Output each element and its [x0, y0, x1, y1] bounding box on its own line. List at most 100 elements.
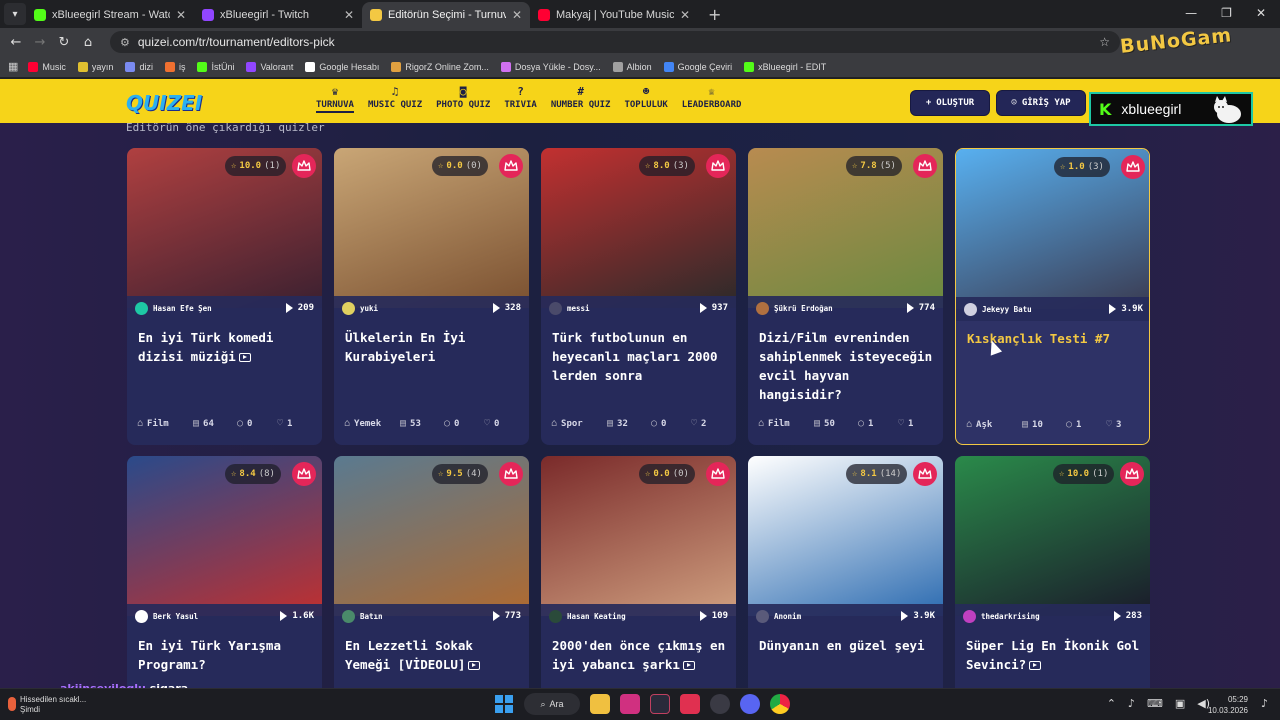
- quiz-thumbnail[interactable]: ☆ 10.0 (1): [955, 456, 1150, 616]
- quiz-card[interactable]: ☆ 7.8 (5) Şükrü Erdoğan 774 Dizi/Film evrenin…: [748, 148, 943, 445]
- quiz-title[interactable]: Ülkelerin En İyi Kurabiyeleri: [345, 328, 521, 366]
- quiz-card[interactable]: ☆ 0.0 (0) yuki 328 Ülkelerin En İyi Kurabiyel…: [334, 148, 529, 445]
- nav-number-quiz[interactable]: # NUMBER QUIZ: [551, 85, 611, 113]
- author[interactable]: messi: [549, 301, 700, 315]
- bookmark-item[interactable]: yayın: [77, 61, 113, 72]
- crown-icon[interactable]: [1121, 155, 1145, 179]
- comment-count[interactable]: ○ 0: [651, 418, 691, 429]
- crown-icon[interactable]: [499, 462, 523, 486]
- crown-icon[interactable]: [913, 462, 937, 486]
- quiz-card[interactable]: ☆ 9.5 (4) Batın 773 En Lezzetli Sokak Yemeği …: [334, 456, 529, 688]
- author[interactable]: Batın: [342, 609, 493, 623]
- maximize-icon[interactable]: ❐: [1221, 6, 1232, 20]
- minimize-icon[interactable]: —: [1185, 6, 1197, 20]
- like-count[interactable]: ♡ 1: [898, 418, 913, 429]
- author[interactable]: Jekeyy Batu: [964, 302, 1109, 316]
- bookmark-item[interactable]: Google Çeviri: [663, 61, 732, 72]
- like-count[interactable]: ♡ 1: [277, 418, 292, 429]
- site-logo[interactable]: QUIZEI: [126, 91, 202, 115]
- reload-icon[interactable]: ↻: [52, 35, 76, 50]
- author[interactable]: Hasan Keating: [549, 609, 700, 623]
- nav-music-quiz[interactable]: ♫ MUSIC QUIZ: [368, 85, 422, 113]
- security-app-icon[interactable]: [680, 694, 700, 714]
- crown-icon[interactable]: [706, 462, 730, 486]
- quiz-title[interactable]: Süper Lig En İkonik Gol Sevinci?: [966, 636, 1142, 674]
- author[interactable]: Şükrü Erdoğan: [756, 301, 907, 315]
- bookmark-item[interactable]: Google Hesabı: [305, 61, 379, 72]
- bookmark-item[interactable]: iş: [164, 61, 185, 72]
- quiz-title[interactable]: 2000'den önce çıkmış en iyi yabancı şark…: [552, 636, 728, 674]
- like-count[interactable]: ♡ 0: [484, 418, 499, 429]
- author[interactable]: thedarkrising: [963, 609, 1114, 623]
- crown-icon[interactable]: [706, 154, 730, 178]
- quiz-card[interactable]: ☆ 10.0 (1) Hasan Efe Şen 209 En iyi Türk kome…: [127, 148, 322, 445]
- clock[interactable]: 05:29 10.03.2026: [1208, 694, 1248, 716]
- keyboard-icon[interactable]: ⌨: [1147, 697, 1163, 710]
- category[interactable]: ⌂ Yemek: [344, 418, 400, 429]
- quiz-title[interactable]: Dünyanın en güzel şeyi: [759, 636, 935, 655]
- weather-widget[interactable]: Hissedilen sıcakl... Şimdi: [20, 695, 86, 715]
- browser-tab[interactable]: xBlueegirl - Twitch ✕: [194, 2, 362, 28]
- nav-trivia[interactable]: ? TRIVIA: [504, 85, 537, 113]
- browser-tab[interactable]: Editörün Seçimi - Turnuva - Qu ✕: [362, 2, 530, 28]
- bookmark-item[interactable]: dizi: [125, 61, 153, 72]
- quiz-thumbnail[interactable]: ☆ 8.1 (14): [748, 456, 943, 616]
- new-tab-icon[interactable]: +: [708, 5, 721, 24]
- quiz-card[interactable]: ☆ 8.1 (14) Anonim 3.9K Dünyanın en güzel şeyi: [748, 456, 943, 688]
- tab-close-icon[interactable]: ✕: [512, 8, 522, 22]
- like-count[interactable]: ♡ 3: [1106, 419, 1121, 430]
- quiz-thumbnail[interactable]: ☆ 8.4 (8): [127, 456, 322, 616]
- tab-close-icon[interactable]: ✕: [344, 8, 354, 22]
- discord-icon[interactable]: [740, 694, 760, 714]
- create-button[interactable]: + OLUŞTUR: [910, 90, 990, 116]
- tab-close-icon[interactable]: ✕: [680, 8, 690, 22]
- quiz-card[interactable]: ☆ 10.0 (1) thedarkrising 283 Süper Lig En İko…: [955, 456, 1150, 688]
- app-icon[interactable]: [650, 694, 670, 714]
- category[interactable]: ⌂ Film: [758, 418, 814, 429]
- tab-close-icon[interactable]: ✕: [176, 8, 186, 22]
- quiz-card[interactable]: ☆ 8.4 (8) Berk Yasul 1.6K En iyi Türk Yarışma…: [127, 456, 322, 688]
- author[interactable]: Berk Yasul: [135, 609, 280, 623]
- chrome-icon[interactable]: [770, 694, 790, 714]
- back-icon[interactable]: ←: [4, 35, 28, 50]
- bookmark-item[interactable]: Valorant: [246, 61, 293, 72]
- close-window-icon[interactable]: ✕: [1256, 6, 1266, 20]
- instagram-icon[interactable]: [620, 694, 640, 714]
- microphone-icon[interactable]: ♪: [1128, 697, 1135, 710]
- login-button[interactable]: ☺ GİRİŞ YAP: [996, 90, 1086, 116]
- crown-icon[interactable]: [292, 154, 316, 178]
- notification-bell-icon[interactable]: ♪: [1261, 697, 1268, 710]
- windows-start-icon[interactable]: [494, 694, 514, 714]
- site-info-icon[interactable]: ⚙: [120, 36, 130, 49]
- crown-icon[interactable]: [913, 154, 937, 178]
- steam-icon[interactable]: [710, 694, 730, 714]
- forward-icon[interactable]: →: [28, 35, 52, 50]
- quiz-title[interactable]: Dizi/Film evreninden sahiplenmek isteyec…: [759, 328, 935, 404]
- bookmark-item[interactable]: İstÜni: [197, 61, 234, 72]
- author[interactable]: Anonim: [756, 609, 901, 623]
- nav-topluluk[interactable]: ☻ TOPLULUK: [624, 85, 667, 113]
- quiz-thumbnail[interactable]: ☆ 7.8 (5): [748, 148, 943, 308]
- category[interactable]: ⌂ Aşk: [966, 419, 1022, 430]
- home-icon[interactable]: ⌂: [76, 35, 100, 50]
- quiz-thumbnail[interactable]: ☆ 10.0 (1): [127, 148, 322, 308]
- bookmark-star-icon[interactable]: ☆: [1099, 35, 1110, 49]
- network-icon[interactable]: ▣: [1175, 697, 1185, 710]
- quiz-title[interactable]: Türk futbolunun en heyecanlı maçları 200…: [552, 328, 728, 385]
- author[interactable]: Hasan Efe Şen: [135, 301, 286, 315]
- comment-count[interactable]: ○ 1: [858, 418, 898, 429]
- category[interactable]: ⌂ Film: [137, 418, 193, 429]
- quiz-card[interactable]: ☆ 0.0 (0) Hasan Keating 109 2000'den önce çık…: [541, 456, 736, 688]
- apps-icon[interactable]: ▦: [8, 60, 18, 73]
- chevron-up-icon[interactable]: ⌃: [1107, 697, 1116, 710]
- browser-tab[interactable]: Makyaj | YouTube Music ✕: [530, 2, 698, 28]
- author[interactable]: yuki: [342, 301, 493, 315]
- quiz-card[interactable]: ☆ 8.0 (3) messi 937 Türk futbolunun en heyeca…: [541, 148, 736, 445]
- nav-turnuva[interactable]: ♛ TURNUVA: [316, 85, 354, 113]
- comment-count[interactable]: ○ 0: [237, 418, 277, 429]
- quiz-thumbnail[interactable]: ☆ 0.0 (0): [541, 456, 736, 616]
- quiz-thumbnail[interactable]: ☆ 8.0 (3): [541, 148, 736, 308]
- bookmark-item[interactable]: Music: [28, 61, 66, 72]
- quiz-card[interactable]: ☆ 1.0 (3) Jekeyy Batu 3.9K Kıskançlık Testi #…: [955, 148, 1150, 445]
- quiz-title[interactable]: En iyi Türk komedi dizisi müziği: [138, 328, 314, 366]
